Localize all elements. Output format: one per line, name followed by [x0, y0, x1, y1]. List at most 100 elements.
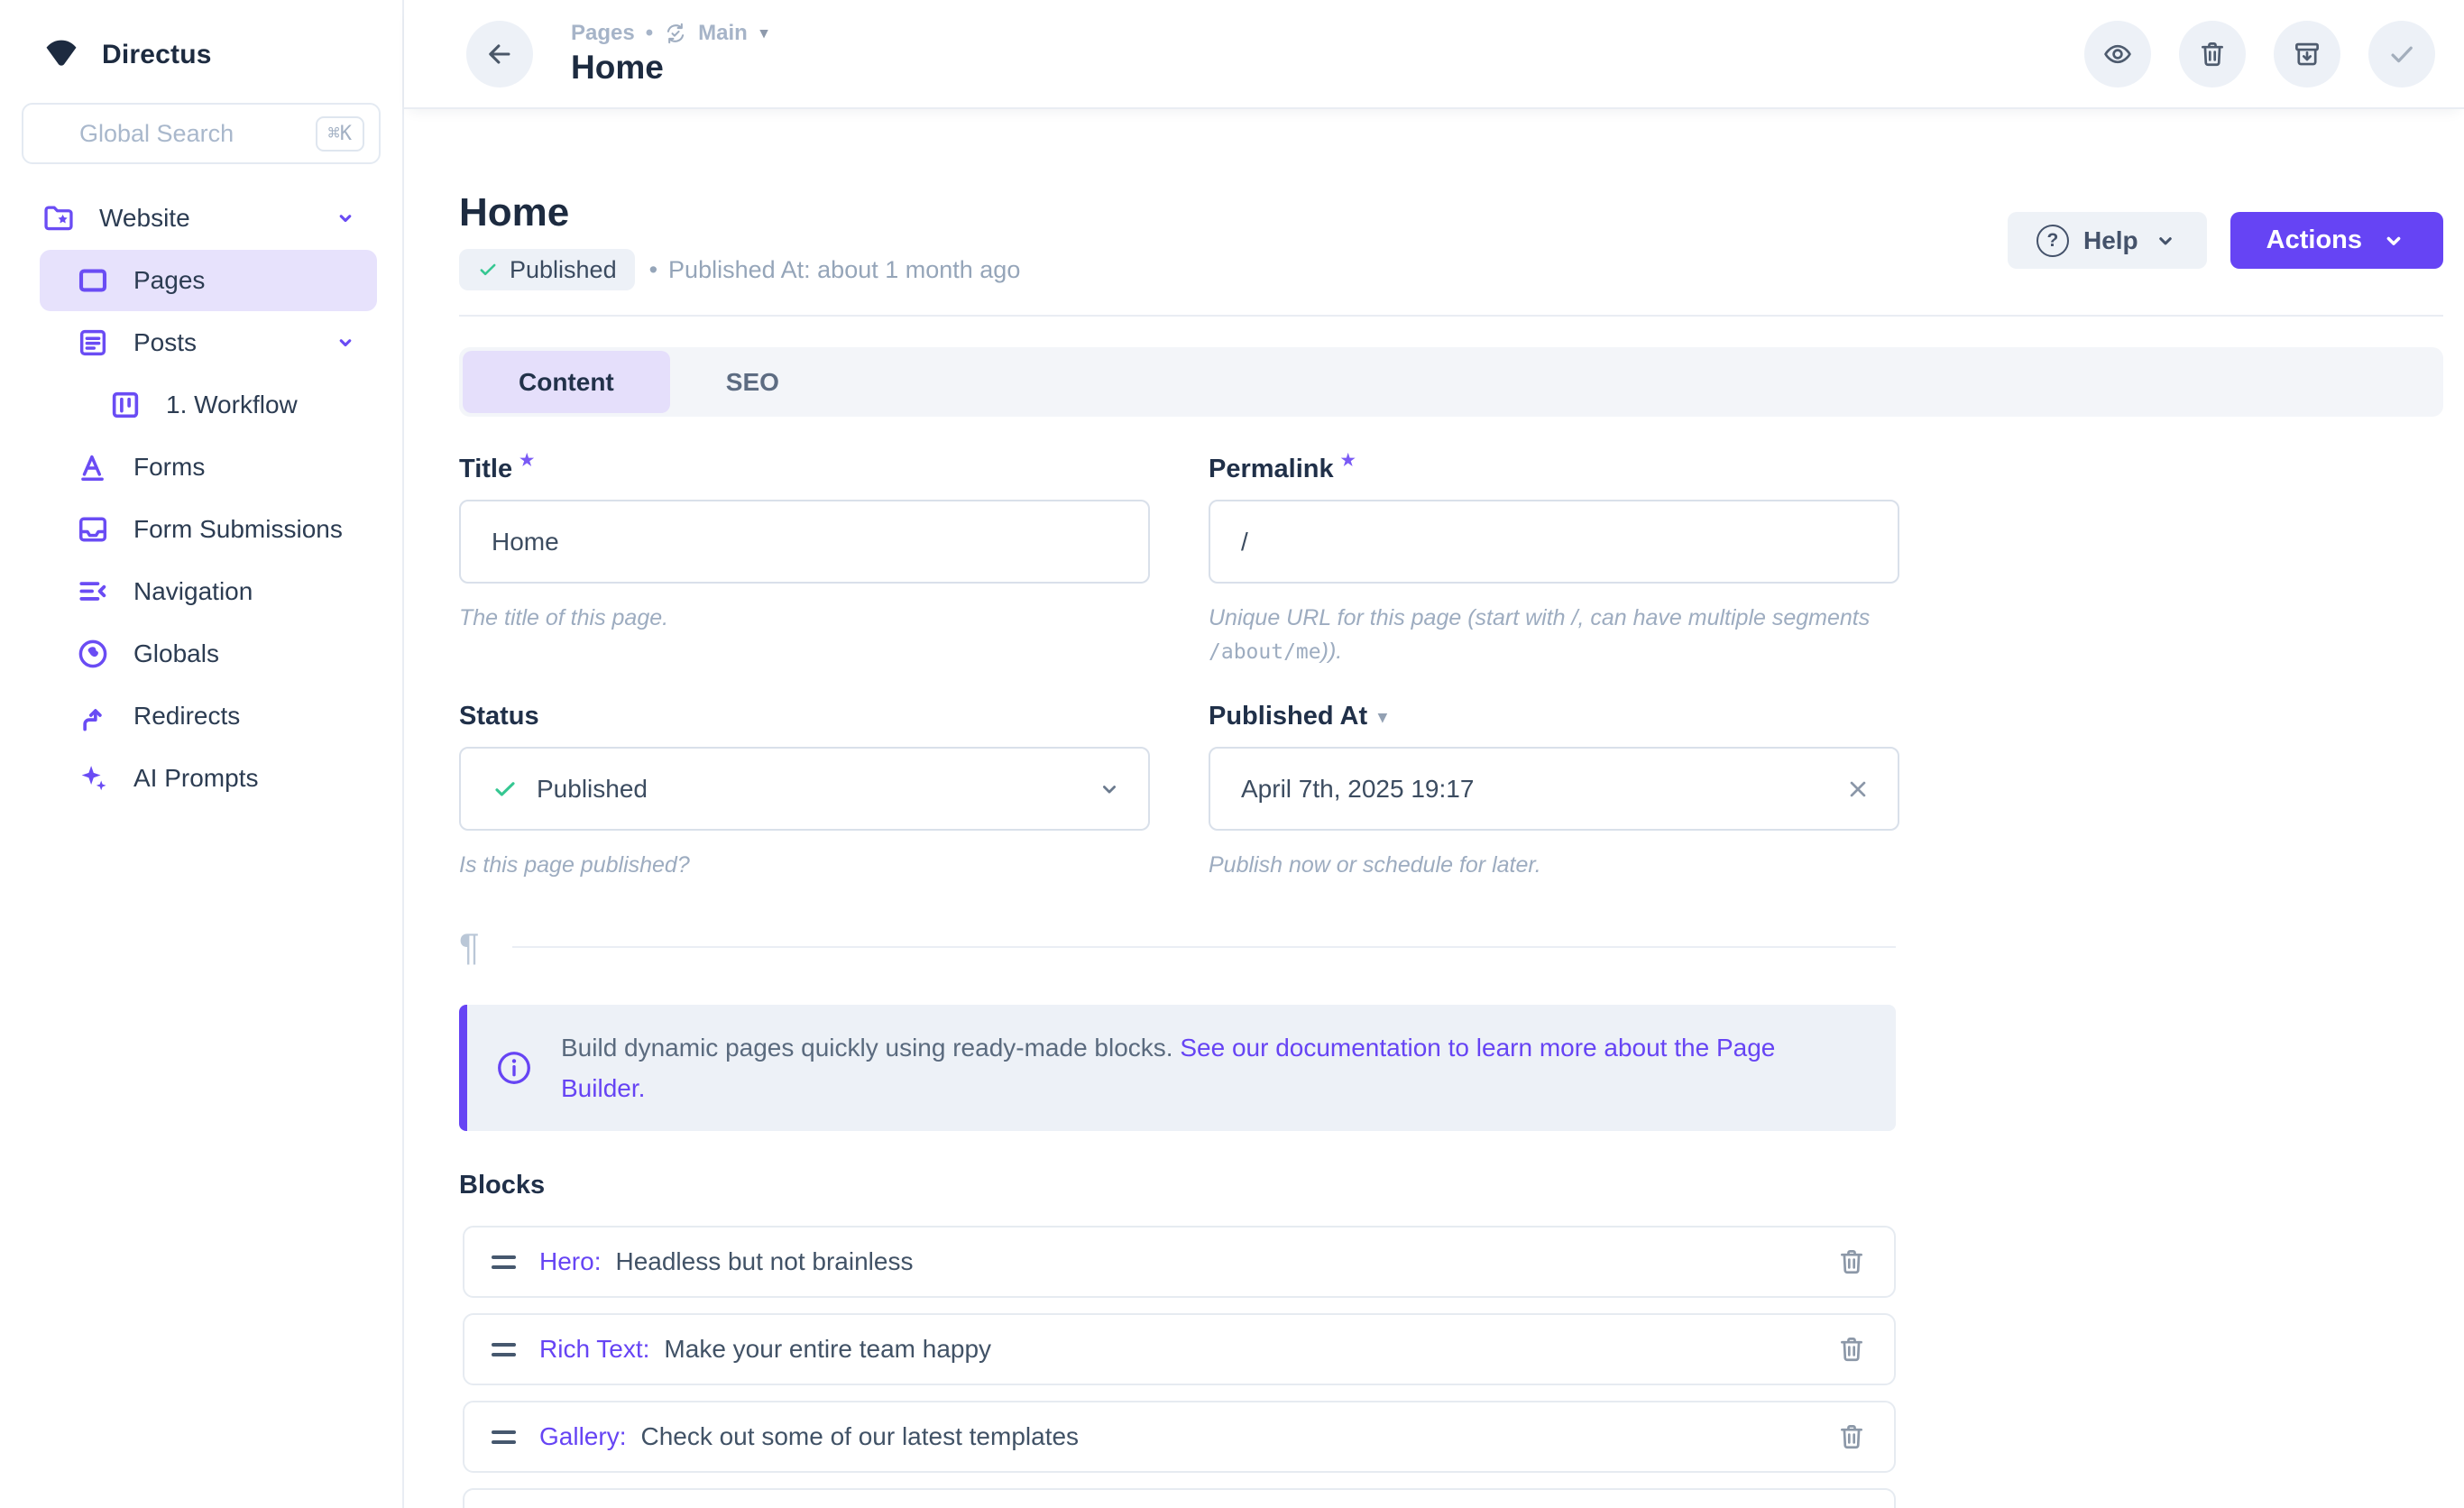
paragraph-divider: ¶ [459, 929, 1896, 965]
status-select[interactable]: Published [459, 747, 1150, 831]
version-sync-icon [664, 22, 687, 45]
brand-name: Directus [102, 40, 212, 70]
sidebar-item-redirects[interactable]: Redirects [40, 685, 377, 747]
field-label: Published At ▾ [1209, 702, 1899, 731]
pilcrow-icon: ¶ [459, 929, 480, 965]
sidebar-item-posts[interactable]: Posts [40, 312, 377, 373]
chevron-down-icon[interactable] [332, 329, 359, 356]
remove-block-button[interactable] [1836, 1421, 1867, 1452]
block-row-gallery[interactable]: Gallery: Check out some of our latest te… [463, 1401, 1896, 1473]
divider-line [512, 946, 1896, 948]
published-at-value: April 7th, 2025 19:17 [1241, 775, 1474, 804]
sidebar-item-label: Form Submissions [133, 515, 343, 544]
form: Title ★ The title of this page. Permalin… [459, 455, 2443, 882]
breadcrumb[interactable]: Pages • Main ▾ [571, 21, 768, 46]
preview-button[interactable] [2084, 21, 2151, 87]
sidebar-item-ai-prompts[interactable]: AI Prompts [40, 748, 377, 809]
sidebar-item-label: 1. Workflow [166, 391, 298, 419]
field-label: Permalink ★ [1209, 455, 1899, 484]
chevron-down-icon [2153, 228, 2178, 253]
blocks-heading: Blocks [459, 1171, 2443, 1200]
directus-app: Directus ⌘K Website Pages [0, 0, 2464, 1508]
banner-text: Build dynamic pages quickly using ready-… [561, 1027, 1860, 1108]
chevron-down-icon[interactable] [332, 205, 359, 232]
sidebar-item-label: Globals [133, 639, 219, 668]
article-icon [76, 326, 110, 360]
title-input[interactable] [459, 500, 1150, 584]
remove-block-button[interactable] [1836, 1246, 1867, 1277]
block-type-label[interactable]: Gallery: [539, 1422, 626, 1451]
sidebar-item-pages[interactable]: Pages [40, 250, 377, 311]
blocks-list: Hero: Headless but not brainless Rich Te… [463, 1226, 1896, 1508]
sidebar-item-workflow[interactable]: 1. Workflow [40, 374, 377, 436]
browser-icon [76, 263, 110, 298]
eye-icon [2102, 39, 2133, 69]
drag-handle-icon[interactable] [492, 1430, 516, 1444]
block-type-label[interactable]: Hero: [539, 1247, 601, 1276]
tabbar: Content SEO [459, 347, 2443, 417]
published-at-input[interactable]: April 7th, 2025 19:17 [1209, 747, 1899, 831]
status-value: Published [537, 775, 648, 804]
breadcrumb-version[interactable]: Main [698, 21, 748, 46]
head-buttons: ? Help Actions [2008, 212, 2443, 269]
field-hint: Is this page published? [459, 849, 1150, 882]
sidebar-item-label: Forms [133, 453, 205, 482]
check-icon [477, 259, 499, 280]
block-title: Check out some of our latest templates [640, 1422, 1079, 1451]
required-star-icon: ★ [1341, 451, 1356, 470]
check-icon [2386, 39, 2417, 69]
archive-icon [2292, 39, 2322, 69]
drag-handle-icon[interactable] [492, 1255, 516, 1269]
remove-block-button[interactable] [1836, 1334, 1867, 1365]
help-button[interactable]: ? Help [2008, 212, 2207, 269]
topbar-title: Home [571, 49, 768, 87]
sidebar-nav: Website Pages Posts [0, 188, 402, 809]
brand: Directus [0, 0, 402, 76]
sidebar-item-globals[interactable]: Globals [40, 623, 377, 685]
field-published-at: Published At ▾ April 7th, 2025 19:17 Pub… [1209, 702, 1899, 882]
block-title: Headless but not brainless [615, 1247, 913, 1276]
search-input[interactable] [79, 120, 316, 148]
sidebar-item-label: Website [99, 204, 190, 233]
inbox-icon [76, 512, 110, 547]
delete-button[interactable] [2179, 21, 2246, 87]
breadcrumb-collection[interactable]: Pages [571, 21, 635, 46]
sidebar-item-forms[interactable]: Forms [40, 437, 377, 498]
sidebar-item-label: Redirects [133, 702, 240, 731]
tab-seo[interactable]: SEO [670, 351, 835, 413]
field-hint: Publish now or schedule for later. [1209, 849, 1899, 882]
tab-content[interactable]: Content [463, 351, 670, 413]
back-button[interactable] [466, 21, 533, 87]
clear-x-icon[interactable] [1843, 775, 1872, 804]
redirect-arrow-icon [76, 699, 110, 733]
breadcrumb-block: Pages • Main ▾ Home [571, 21, 768, 87]
sidebar-item-website[interactable]: Website [40, 188, 377, 249]
status-badge: Published [459, 249, 635, 290]
list-collapse-icon [76, 575, 110, 609]
actions-button[interactable]: Actions [2230, 212, 2443, 269]
block-row-hero[interactable]: Hero: Headless but not brainless [463, 1226, 1896, 1298]
topbar: Pages • Main ▾ Home [404, 0, 2464, 109]
meta-text: Published At: about 1 month ago [668, 256, 1020, 284]
permalink-input[interactable] [1209, 500, 1899, 584]
actions-button-label: Actions [2266, 225, 2362, 255]
chevron-down-icon[interactable] [1096, 776, 1123, 803]
status-badge-label: Published [510, 256, 617, 284]
sidebar-item-label: Navigation [133, 577, 253, 606]
section-divider [459, 315, 2443, 317]
drag-handle-icon[interactable] [492, 1343, 516, 1356]
archive-button[interactable] [2274, 21, 2340, 87]
label-caret-icon[interactable]: ▾ [1378, 707, 1387, 728]
sparkles-icon [76, 761, 110, 795]
global-search[interactable]: ⌘K [22, 103, 381, 164]
version-caret-icon[interactable]: ▾ [760, 24, 768, 42]
block-row-rich-text[interactable]: Rich Text: Make your entire team happy [463, 1313, 1896, 1385]
block-title: Make your entire team happy [664, 1335, 991, 1364]
sidebar-item-form-submissions[interactable]: Form Submissions [40, 499, 377, 560]
block-row-pricing[interactable]: Pricing: Plans to fit every budget [463, 1488, 1896, 1508]
field-label: Title ★ [459, 455, 1150, 484]
block-type-label[interactable]: Rich Text: [539, 1335, 649, 1364]
folder-star-icon [41, 201, 76, 235]
save-button[interactable] [2368, 21, 2435, 87]
sidebar-item-navigation[interactable]: Navigation [40, 561, 377, 622]
